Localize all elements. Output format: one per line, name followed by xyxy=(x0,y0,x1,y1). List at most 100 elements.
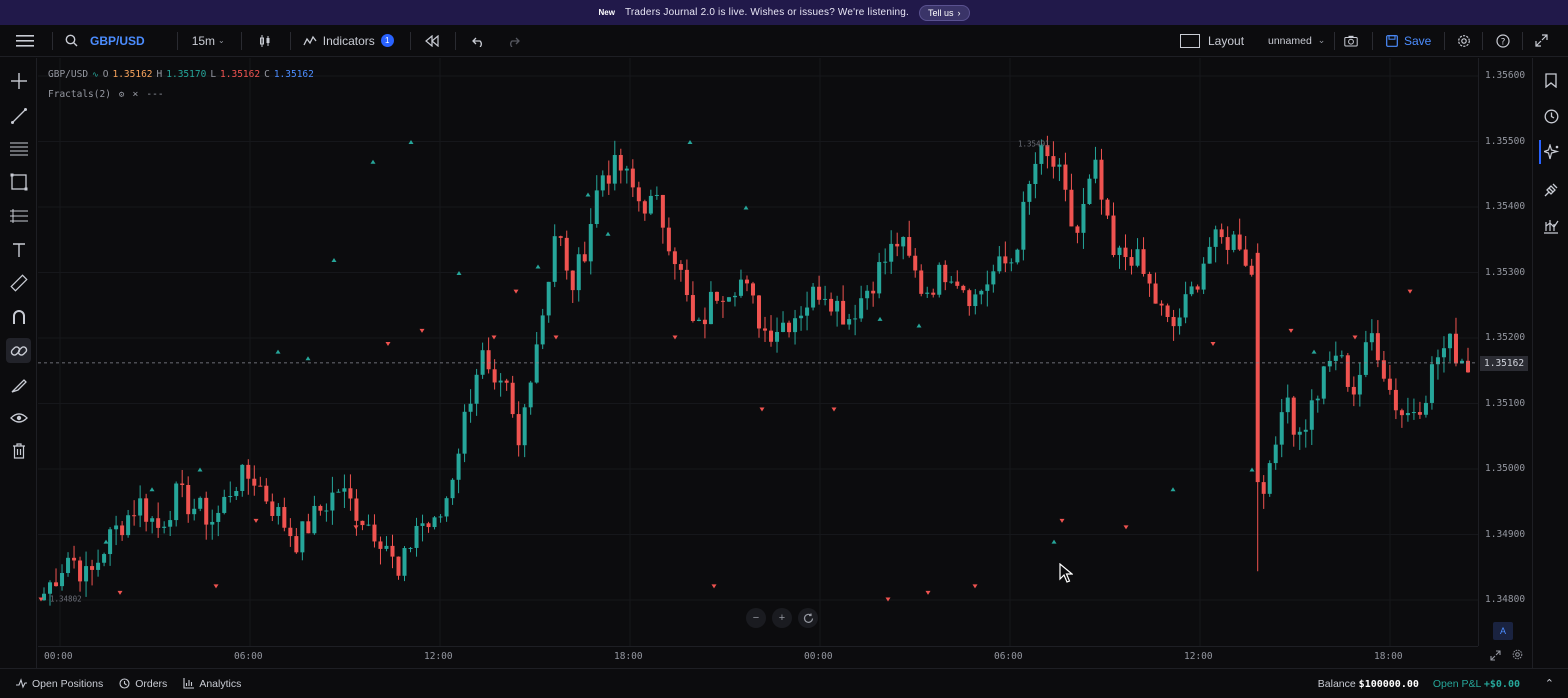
plugins-button[interactable] xyxy=(1539,178,1563,202)
fit-button[interactable] xyxy=(1490,650,1501,664)
chart-type-button[interactable] xyxy=(258,25,272,57)
candle-body xyxy=(1015,249,1020,263)
up-fractal-marker xyxy=(103,539,109,544)
fullscreen-button[interactable] xyxy=(1535,25,1548,57)
redo-icon xyxy=(509,37,520,47)
candle-body xyxy=(426,523,431,528)
replay-button[interactable] xyxy=(424,25,439,57)
candle-body xyxy=(258,485,263,487)
candle-body xyxy=(282,507,287,528)
gear-icon[interactable]: ⚙ xyxy=(119,90,124,100)
indicator-more[interactable]: --- xyxy=(146,89,163,100)
open-positions-tab[interactable]: Open Positions xyxy=(16,678,103,690)
undo-button[interactable] xyxy=(471,25,485,57)
camera-icon xyxy=(1344,35,1358,46)
candle-body xyxy=(168,520,173,527)
candle-body xyxy=(823,298,828,300)
candle-body xyxy=(901,237,906,247)
candle-body xyxy=(528,382,533,408)
candle-body xyxy=(1159,303,1164,306)
indicator-name[interactable]: Fractals(2) xyxy=(48,89,111,100)
candle-body xyxy=(42,593,47,601)
candle-body xyxy=(678,264,683,270)
price-tick: 1.34800 xyxy=(1485,594,1526,605)
candle-body xyxy=(450,479,455,499)
ruler-tool[interactable] xyxy=(6,270,31,295)
candle-body xyxy=(919,270,924,294)
candle-body xyxy=(943,264,948,283)
trendline-tool[interactable] xyxy=(6,103,31,128)
candle-body xyxy=(564,237,569,271)
redo-button[interactable] xyxy=(507,25,520,57)
reset-zoom-button[interactable] xyxy=(798,608,818,628)
orders-tab[interactable]: Orders xyxy=(119,678,167,690)
candle-body xyxy=(757,295,762,329)
settings-button[interactable] xyxy=(1457,25,1471,57)
lock-tool[interactable] xyxy=(6,338,31,363)
ai-button[interactable] xyxy=(1539,140,1563,164)
screenshot-button[interactable] xyxy=(1344,25,1358,57)
candle-body xyxy=(510,382,515,415)
layout-name-select[interactable]: unnamed ⌄ xyxy=(1268,25,1325,57)
magnet-tool[interactable] xyxy=(6,304,31,329)
layout-name: unnamed xyxy=(1268,34,1312,47)
tell-us-button[interactable]: Tell us › xyxy=(919,4,970,21)
up-fractal-marker xyxy=(605,231,611,236)
candle-body xyxy=(666,227,671,252)
candle-body xyxy=(1399,410,1404,416)
candle-body xyxy=(228,496,233,498)
candle-body xyxy=(883,261,888,263)
interval-select[interactable]: 15m ⌄ xyxy=(192,25,225,57)
candle-body xyxy=(744,279,749,284)
fib-tool[interactable] xyxy=(6,136,31,161)
rectangle-tool[interactable] xyxy=(6,169,31,194)
axis-settings-button[interactable] xyxy=(1512,649,1523,663)
time-tick: 06:00 xyxy=(994,651,1023,662)
text-icon xyxy=(12,242,25,257)
symbol-search[interactable]: GBP/USD xyxy=(65,25,145,57)
brush-tool[interactable] xyxy=(6,372,31,397)
candle-body xyxy=(1153,283,1158,304)
text-tool[interactable] xyxy=(6,237,31,262)
candle-body xyxy=(114,525,119,530)
down-fractal-marker xyxy=(213,584,219,589)
analytics-tab[interactable]: Analytics xyxy=(183,678,241,690)
chart-pane[interactable]: 1.35491 1.34802 xyxy=(38,58,1478,646)
layout-button[interactable]: Layout xyxy=(1180,25,1244,57)
watchlist-button[interactable] xyxy=(1539,68,1563,92)
candle-body xyxy=(606,175,611,184)
delete-tool[interactable] xyxy=(6,438,31,463)
crosshair-tool[interactable] xyxy=(6,68,31,93)
position-tool[interactable] xyxy=(6,203,31,228)
menu-button[interactable] xyxy=(16,25,38,57)
time-axis[interactable]: 00:00 06:00 12:00 18:00 00:00 06:00 12:00 18:00 xyxy=(38,646,1478,668)
autoscale-button[interactable]: A xyxy=(1493,622,1513,640)
up-fractal-marker xyxy=(1170,487,1176,492)
candle-body xyxy=(732,295,737,298)
price-chart[interactable]: 1.35491 1.34802 xyxy=(38,58,1478,646)
zoom-in-button[interactable]: + xyxy=(772,608,792,628)
candle-body xyxy=(805,307,810,316)
last-price-label: 1.35162 xyxy=(1480,356,1529,371)
indicators-button[interactable]: Indicators 1 xyxy=(303,25,394,57)
banner-message: Traders Journal 2.0 is live. Wishes or i… xyxy=(624,7,909,18)
help-button[interactable]: ? xyxy=(1496,25,1510,57)
candle-body xyxy=(498,380,503,383)
visibility-tool[interactable] xyxy=(6,405,31,430)
alerts-button[interactable] xyxy=(1539,104,1563,128)
sparkle-icon xyxy=(1544,144,1560,160)
candle-body xyxy=(1345,355,1350,387)
down-fractal-marker xyxy=(831,407,837,412)
chart-analysis-button[interactable] xyxy=(1539,214,1563,238)
zoom-out-button[interactable]: − xyxy=(746,608,766,628)
candle-body xyxy=(708,291,713,325)
candle-body xyxy=(1453,333,1458,364)
close-icon[interactable]: × xyxy=(132,89,138,100)
candle-body xyxy=(318,505,323,511)
trash-icon xyxy=(12,442,25,459)
candle-body xyxy=(630,168,635,188)
price-axis[interactable]: 1.35600 1.35500 1.35400 1.35300 1.35200 1.351… xyxy=(1478,58,1532,646)
candle-body xyxy=(102,554,107,563)
collapse-button[interactable]: ⌃ xyxy=(1545,677,1554,690)
save-button[interactable]: Save xyxy=(1386,25,1431,57)
